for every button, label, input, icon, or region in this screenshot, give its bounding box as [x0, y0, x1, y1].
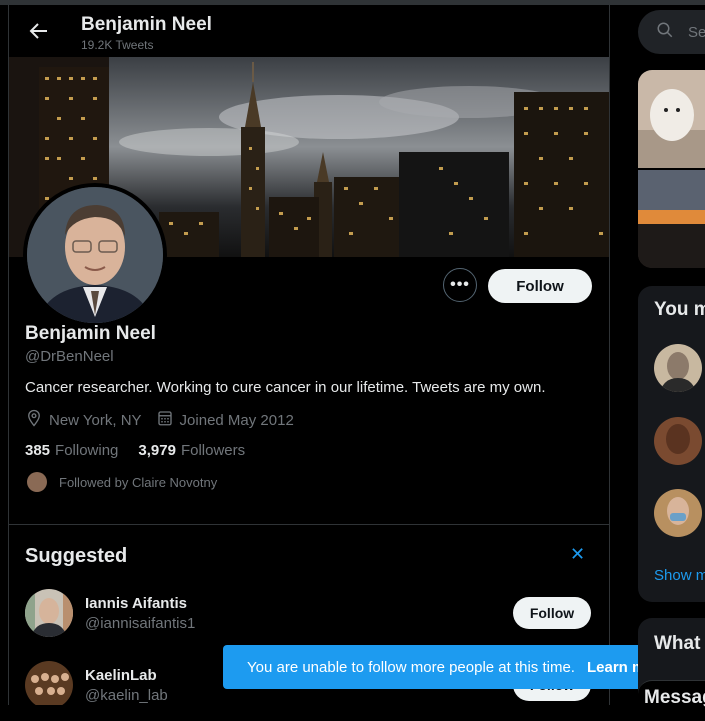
calendar-icon [156, 409, 180, 431]
followed-by-text: Followed by Claire Novotny [59, 474, 218, 490]
profile-bio: Cancer researcher. Working to cure cance… [25, 379, 546, 396]
following-label: Following [55, 442, 119, 459]
search-icon [656, 21, 674, 44]
profile-name: Benjamin Neel [25, 323, 156, 344]
profile-joined: Joined May 2012 [179, 411, 294, 429]
more-icon: ••• [450, 276, 470, 293]
followers-link[interactable]: 3,979 Followers [138, 442, 245, 459]
profile-location: New York, NY [49, 411, 142, 429]
avatar[interactable] [654, 489, 702, 537]
suggested-name[interactable]: KaelinLab [85, 667, 157, 684]
toast-message: You are unable to follow more people at … [247, 658, 575, 676]
search-placeholder: Se [688, 23, 705, 41]
avatar[interactable] [654, 344, 702, 392]
list-item[interactable]: Iannis Aifantis @iannisaifantis1 Follow [25, 589, 595, 641]
follow-button[interactable]: Follow [513, 597, 591, 629]
show-more-link[interactable]: Show m [654, 567, 705, 584]
followers-count: 3,979 [138, 442, 176, 459]
profile-handle: @DrBenNeel [25, 348, 114, 365]
following-count: 385 [25, 442, 51, 459]
avatar[interactable] [25, 589, 73, 637]
profile-header: Benjamin Neel 19.2K Tweets [9, 5, 609, 57]
media-grid[interactable] [638, 70, 705, 268]
suggested-title: Suggested [25, 545, 128, 567]
whats-happening-title: What [654, 633, 701, 654]
messages-title: Messag [644, 687, 705, 708]
profile-stats: 385 Following 3,979 Followers [25, 442, 245, 459]
rate-limit-toast: You are unable to follow more people at … [223, 645, 694, 689]
who-to-follow: You m Show m [638, 286, 705, 602]
avatar[interactable] [25, 661, 73, 705]
divider [9, 524, 609, 525]
back-arrow-icon[interactable] [27, 19, 51, 43]
location-icon [25, 409, 49, 431]
followers-label: Followers [180, 442, 246, 459]
profile-avatar[interactable] [23, 183, 167, 327]
profile-meta: New York, NY Joined May 2012 [25, 409, 294, 431]
header-tweet-count: 19.2K Tweets [81, 38, 154, 52]
profile-column: Benjamin Neel 19.2K Tweets ••• Follow Be… [8, 5, 610, 705]
suggested-handle: @kaelin_lab [85, 687, 168, 704]
who-to-follow-title: You m [654, 299, 705, 320]
suggested-name[interactable]: Iannis Aifantis [85, 595, 187, 612]
followed-by[interactable]: Followed by Claire Novotny [25, 472, 217, 492]
header-name: Benjamin Neel [81, 14, 212, 35]
avatar [27, 472, 47, 492]
close-icon[interactable]: ✕ [570, 544, 585, 565]
messages-drawer[interactable]: Messag [638, 680, 705, 721]
follow-button[interactable]: Follow [488, 269, 592, 303]
suggested-handle: @iannisaifantis1 [85, 615, 196, 632]
search-input[interactable]: Se [638, 10, 705, 54]
following-link[interactable]: 385 Following [25, 442, 118, 459]
avatar[interactable] [654, 417, 702, 465]
more-options-button[interactable]: ••• [443, 268, 477, 302]
